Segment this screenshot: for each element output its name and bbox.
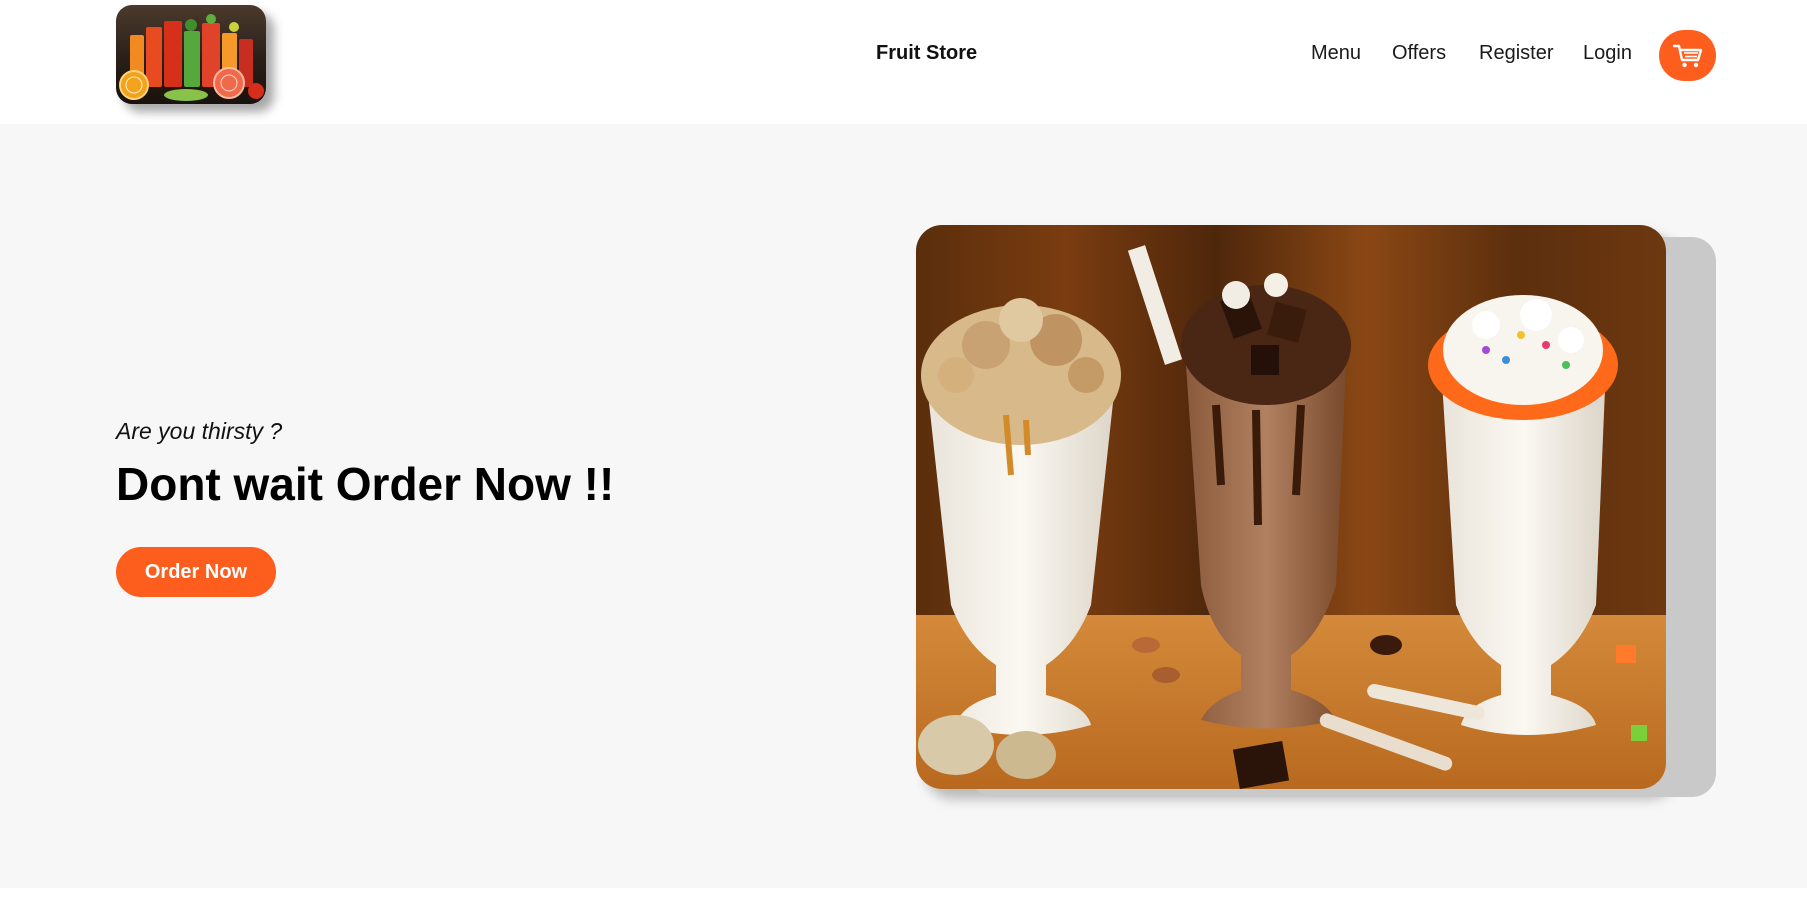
brand-name[interactable]: Fruit Store <box>876 42 977 65</box>
hero-section: Are you thirsty ? Dont wait Order Now !!… <box>0 124 1807 888</box>
nav-link-menu[interactable]: Menu <box>1311 42 1361 65</box>
hero-headline: Dont wait Order Now !! <box>116 458 615 510</box>
hero-subtitle: Are you thirsty ? <box>116 418 283 444</box>
nav-link-register[interactable]: Register <box>1479 42 1553 65</box>
shopping-cart-icon <box>1672 44 1702 67</box>
order-now-button[interactable]: Order Now <box>116 547 276 597</box>
nav-link-offers[interactable]: Offers <box>1392 42 1446 65</box>
site-header: Fruit Store Menu Offers Register Login <box>0 0 1807 124</box>
nav-link-login[interactable]: Login <box>1583 42 1632 65</box>
cart-button[interactable] <box>1659 30 1716 81</box>
milkshakes-photo <box>916 225 1666 789</box>
page-bottom-strip <box>0 888 1807 902</box>
juice-glasses-image <box>119 14 264 101</box>
hero-image <box>916 225 1666 789</box>
logo[interactable] <box>116 5 266 104</box>
